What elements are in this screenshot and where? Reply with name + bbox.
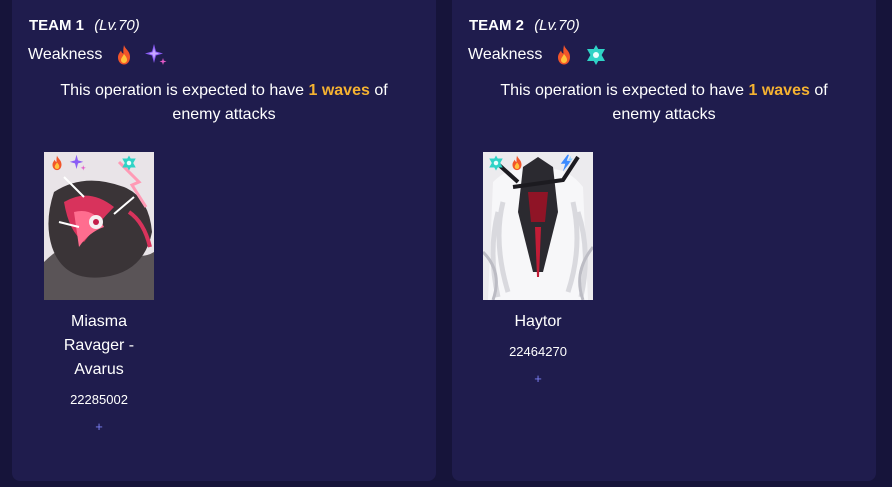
weakness-row: Weakness [468, 42, 616, 68]
team-level: (Lv.70) [94, 17, 140, 34]
lightning-icon [557, 154, 575, 172]
operation-waves-text: This operation is expected to have 1 wav… [12, 79, 436, 127]
add-button[interactable]: + [483, 371, 593, 386]
weakness-label: Weakness [468, 46, 543, 63]
quantum-sparkle-icon [69, 154, 87, 172]
quantum-sparkle-icon [144, 43, 168, 67]
enemy-name: Haytor [514, 313, 562, 330]
enemy-element-icons [48, 154, 141, 172]
ice-icon [487, 154, 505, 172]
enemy-id: 22464270 [509, 344, 567, 359]
team-header: TEAM 2 (Lv.70) [469, 17, 580, 34]
fire-icon [552, 43, 576, 67]
fire-icon [508, 154, 526, 172]
operation-prefix: This operation is expected to have [500, 82, 745, 99]
enemy-card[interactable]: Haytor 22464270 + [483, 152, 593, 386]
enemy-element-icons [487, 154, 578, 172]
fire-icon [112, 43, 136, 67]
add-button[interactable]: + [44, 419, 154, 434]
enemy-portrait[interactable] [44, 152, 154, 300]
weakness-row: Weakness [28, 42, 176, 68]
waves-count: 1 waves [748, 82, 810, 99]
operation-waves-text: This operation is expected to have 1 wav… [452, 79, 876, 127]
ice-icon [584, 43, 608, 67]
weakness-label: Weakness [28, 46, 103, 63]
operation-prefix: This operation is expected to have [60, 82, 305, 99]
enemy-name: Miasma Ravager - Avarus [63, 313, 135, 378]
team-panel-2: TEAM 2 (Lv.70) Weakness This operation i… [452, 0, 876, 481]
enemy-portrait[interactable] [483, 152, 593, 300]
team-name: TEAM 2 [469, 17, 525, 34]
team-header: TEAM 1 (Lv.70) [29, 17, 140, 34]
team-name: TEAM 1 [29, 17, 85, 34]
team-panel-1: TEAM 1 (Lv.70) Weakness This operation i… [12, 0, 436, 481]
fire-icon [48, 154, 66, 172]
enemy-card[interactable]: Miasma Ravager - Avarus 22285002 + [44, 152, 154, 434]
enemy-id: 22285002 [70, 392, 128, 407]
waves-count: 1 waves [308, 82, 370, 99]
ice-icon [120, 154, 138, 172]
team-level: (Lv.70) [534, 17, 580, 34]
